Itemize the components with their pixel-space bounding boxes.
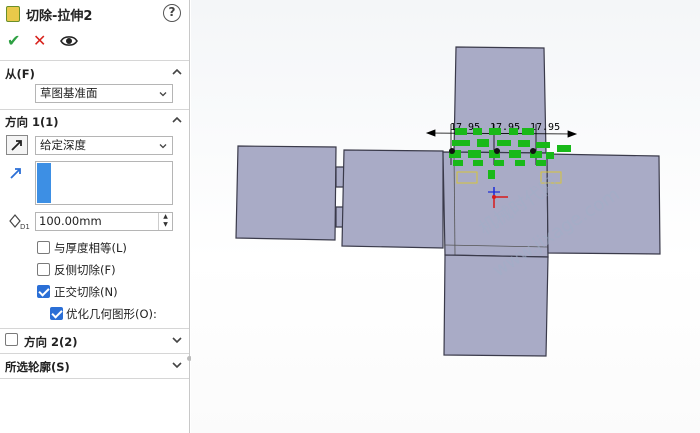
chevron-down-icon <box>159 144 167 149</box>
depth-input[interactable]: 100.00mm ▲ ▼ <box>35 212 173 231</box>
flip-side-label: 反侧切除(F) <box>54 263 116 277</box>
end-condition-value: 给定深度 <box>40 138 86 152</box>
selection-focus-bar <box>37 163 51 203</box>
flip-side-checkbox[interactable] <box>37 263 50 276</box>
dimension-label[interactable]: 17.95 <box>530 122 560 133</box>
feature-title: 切除-拉伸2 <box>26 9 93 24</box>
normal-cut-checkbox[interactable] <box>37 285 50 298</box>
chevron-down-icon <box>159 92 167 97</box>
divider <box>0 109 189 110</box>
top-flap-face[interactable] <box>453 46 547 154</box>
direction1-section-title[interactable]: 方向 1(1) <box>5 114 59 130</box>
chevron-up-icon[interactable] <box>172 115 182 125</box>
left-inner-flap-face[interactable] <box>341 149 444 249</box>
optimize-geometry-label: 优化几何图形(O): <box>66 307 157 321</box>
direction2-section-title[interactable]: 方向 2(2) <box>24 334 78 350</box>
divider <box>0 328 189 329</box>
reverse-arrow-icon <box>11 140 22 151</box>
left-flap-face[interactable] <box>235 145 337 241</box>
svg-text:D1: D1 <box>20 223 30 230</box>
from-select-value: 草图基准面 <box>40 86 98 100</box>
divider <box>0 353 189 354</box>
help-button[interactable]: ? <box>163 4 181 22</box>
direction2-checkbox[interactable] <box>5 333 18 346</box>
property-manager-panel: 切除-拉伸2 ? ✔ ✕ 从(F) 草图基准面 方向 1(1) 给定深度 D1 … <box>0 0 190 433</box>
end-condition-select[interactable]: 给定深度 <box>35 136 173 155</box>
depth-spinner[interactable]: ▲ ▼ <box>158 213 172 230</box>
chevron-down-icon[interactable] <box>172 360 182 370</box>
chevron-down-icon[interactable] <box>172 335 182 345</box>
normal-cut-label: 正交切除(N) <box>54 285 118 299</box>
graphics-viewport[interactable]: 17.95 17.95 17.95 机械时代网 www.jixage.com <box>191 0 700 433</box>
divider <box>0 60 189 61</box>
ok-button[interactable]: ✔ <box>7 32 20 50</box>
direction-selection-box[interactable] <box>35 161 173 205</box>
chevron-up-icon[interactable] <box>172 67 182 77</box>
contours-section-title[interactable]: 所选轮廓(S) <box>5 359 70 375</box>
direction-arrow-icon <box>10 168 21 179</box>
cancel-button[interactable]: ✕ <box>33 32 46 50</box>
divider <box>0 378 189 379</box>
from-select[interactable]: 草图基准面 <box>35 84 173 103</box>
cut-extrude-icon <box>6 6 20 22</box>
eye-icon[interactable] <box>60 32 78 50</box>
part-model[interactable]: 17.95 17.95 17.95 <box>191 0 700 433</box>
depth-value: 100.00mm <box>39 214 102 228</box>
depth-icon: D1 <box>9 214 30 230</box>
reverse-direction-button[interactable] <box>6 135 28 155</box>
from-section-title[interactable]: 从(F) <box>5 66 35 82</box>
optimize-geometry-checkbox[interactable] <box>50 307 63 320</box>
equal-thickness-label: 与厚度相等(L) <box>54 241 127 255</box>
equal-thickness-checkbox[interactable] <box>37 241 50 254</box>
